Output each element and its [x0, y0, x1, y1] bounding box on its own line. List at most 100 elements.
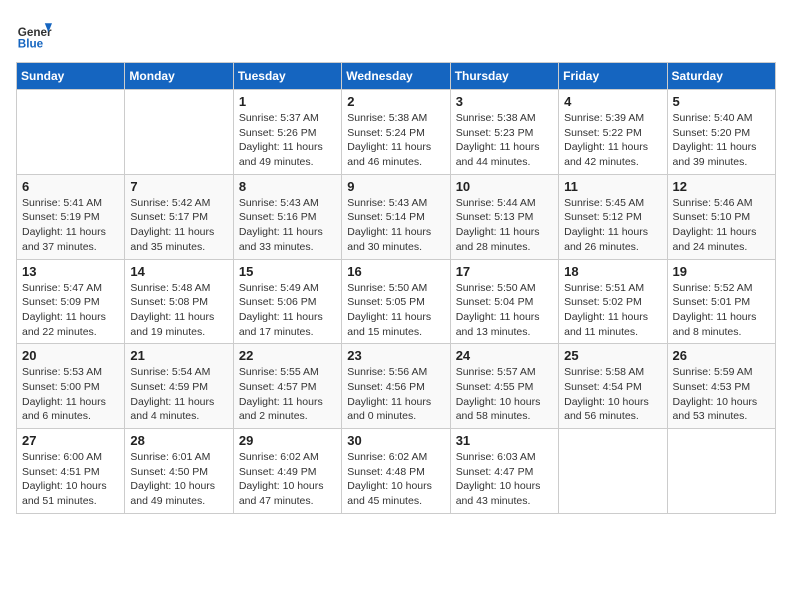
calendar-week-2: 6 Sunrise: 5:41 AMSunset: 5:19 PMDaylight…	[17, 174, 776, 259]
day-number: 29	[239, 433, 336, 448]
day-info: Sunrise: 5:39 AMSunset: 5:22 PMDaylight:…	[564, 111, 661, 170]
calendar-cell: 18 Sunrise: 5:51 AMSunset: 5:02 PMDayligh…	[559, 259, 667, 344]
column-header-friday: Friday	[559, 63, 667, 90]
day-number: 5	[673, 94, 770, 109]
day-number: 14	[130, 264, 227, 279]
calendar-cell: 16Sunrise: 5:50 AMSunset: 5:05 PMDayligh…	[342, 259, 450, 344]
day-info: Sunrise: 6:01 AMSunset: 4:50 PMDaylight:…	[130, 450, 227, 509]
day-number: 13	[22, 264, 119, 279]
day-info: Sunrise: 5:55 AMSunset: 4:57 PMDaylight:…	[239, 365, 336, 424]
calendar-cell	[125, 90, 233, 175]
day-info: Sunrise: 5:59 AMSunset: 4:53 PMDaylight:…	[673, 365, 770, 424]
calendar-cell: 9 Sunrise: 5:43 AMSunset: 5:14 PMDaylight…	[342, 174, 450, 259]
day-info: Sunrise: 5:38 AMSunset: 5:24 PMDaylight:…	[347, 111, 444, 170]
calendar-cell: 6 Sunrise: 5:41 AMSunset: 5:19 PMDaylight…	[17, 174, 125, 259]
day-number: 7	[130, 179, 227, 194]
day-number: 24	[456, 348, 553, 363]
calendar-cell: 26 Sunrise: 5:59 AMSunset: 4:53 PMDayligh…	[667, 344, 775, 429]
day-info: Sunrise: 5:45 AMSunset: 5:12 PMDaylight:…	[564, 196, 661, 255]
day-number: 26	[673, 348, 770, 363]
calendar-cell: 25 Sunrise: 5:58 AMSunset: 4:54 PMDayligh…	[559, 344, 667, 429]
day-info: Sunrise: 5:52 AMSunset: 5:01 PMDaylight:…	[673, 281, 770, 340]
column-header-sunday: Sunday	[17, 63, 125, 90]
logo-icon: General Blue	[16, 16, 52, 52]
day-number: 18	[564, 264, 661, 279]
day-info: Sunrise: 5:43 AMSunset: 5:14 PMDaylight:…	[347, 196, 444, 255]
calendar-cell: 10 Sunrise: 5:44 AMSunset: 5:13 PMDayligh…	[450, 174, 558, 259]
day-number: 11	[564, 179, 661, 194]
column-header-thursday: Thursday	[450, 63, 558, 90]
calendar-cell: 15 Sunrise: 5:49 AMSunset: 5:06 PMDayligh…	[233, 259, 341, 344]
calendar-cell: 11 Sunrise: 5:45 AMSunset: 5:12 PMDayligh…	[559, 174, 667, 259]
calendar-cell: 21 Sunrise: 5:54 AMSunset: 4:59 PMDayligh…	[125, 344, 233, 429]
day-number: 9	[347, 179, 444, 194]
day-number: 25	[564, 348, 661, 363]
day-number: 30	[347, 433, 444, 448]
day-number: 12	[673, 179, 770, 194]
day-info: Sunrise: 5:43 AMSunset: 5:16 PMDaylight:…	[239, 196, 336, 255]
day-number: 20	[22, 348, 119, 363]
day-info: Sunrise: 5:57 AMSunset: 4:55 PMDaylight:…	[456, 365, 553, 424]
day-info: Sunrise: 5:50 AMSunset: 5:04 PMDaylight:…	[456, 281, 553, 340]
day-number: 19	[673, 264, 770, 279]
day-info: Sunrise: 5:46 AMSunset: 5:10 PMDaylight:…	[673, 196, 770, 255]
day-number: 28	[130, 433, 227, 448]
calendar-header-row: SundayMondayTuesdayWednesdayThursdayFrid…	[17, 63, 776, 90]
day-number: 4	[564, 94, 661, 109]
calendar-cell: 5 Sunrise: 5:40 AMSunset: 5:20 PMDaylight…	[667, 90, 775, 175]
day-info: Sunrise: 5:38 AMSunset: 5:23 PMDaylight:…	[456, 111, 553, 170]
day-number: 3	[456, 94, 553, 109]
calendar-week-5: 27 Sunrise: 6:00 AMSunset: 4:51 PMDayligh…	[17, 429, 776, 514]
calendar-cell	[17, 90, 125, 175]
day-info: Sunrise: 5:44 AMSunset: 5:13 PMDaylight:…	[456, 196, 553, 255]
day-info: Sunrise: 5:58 AMSunset: 4:54 PMDaylight:…	[564, 365, 661, 424]
calendar-table: SundayMondayTuesdayWednesdayThursdayFrid…	[16, 62, 776, 514]
day-number: 27	[22, 433, 119, 448]
day-info: Sunrise: 6:03 AMSunset: 4:47 PMDaylight:…	[456, 450, 553, 509]
day-info: Sunrise: 6:02 AMSunset: 4:48 PMDaylight:…	[347, 450, 444, 509]
calendar-cell: 22 Sunrise: 5:55 AMSunset: 4:57 PMDayligh…	[233, 344, 341, 429]
day-info: Sunrise: 6:00 AMSunset: 4:51 PMDaylight:…	[22, 450, 119, 509]
calendar-cell: 1 Sunrise: 5:37 AMSunset: 5:26 PMDaylight…	[233, 90, 341, 175]
calendar-cell: 17 Sunrise: 5:50 AMSunset: 5:04 PMDayligh…	[450, 259, 558, 344]
day-info: Sunrise: 5:40 AMSunset: 5:20 PMDaylight:…	[673, 111, 770, 170]
column-header-wednesday: Wednesday	[342, 63, 450, 90]
day-number: 22	[239, 348, 336, 363]
day-number: 23	[347, 348, 444, 363]
day-info: Sunrise: 5:48 AMSunset: 5:08 PMDaylight:…	[130, 281, 227, 340]
day-info: Sunrise: 5:37 AMSunset: 5:26 PMDaylight:…	[239, 111, 336, 170]
calendar-cell: 13Sunrise: 5:47 AMSunset: 5:09 PMDayligh…	[17, 259, 125, 344]
day-number: 10	[456, 179, 553, 194]
day-info: Sunrise: 5:54 AMSunset: 4:59 PMDaylight:…	[130, 365, 227, 424]
day-info: Sunrise: 5:53 AMSunset: 5:00 PMDaylight:…	[22, 365, 119, 424]
calendar-week-3: 13Sunrise: 5:47 AMSunset: 5:09 PMDayligh…	[17, 259, 776, 344]
calendar-cell: 20 Sunrise: 5:53 AMSunset: 5:00 PMDayligh…	[17, 344, 125, 429]
day-info: Sunrise: 5:50 AMSunset: 5:05 PMDaylight:…	[347, 281, 444, 340]
calendar-cell: 19 Sunrise: 5:52 AMSunset: 5:01 PMDayligh…	[667, 259, 775, 344]
calendar-cell: 7Sunrise: 5:42 AMSunset: 5:17 PMDaylight…	[125, 174, 233, 259]
day-number: 15	[239, 264, 336, 279]
logo: General Blue	[16, 16, 52, 52]
calendar-cell: 8 Sunrise: 5:43 AMSunset: 5:16 PMDaylight…	[233, 174, 341, 259]
calendar-week-1: 1 Sunrise: 5:37 AMSunset: 5:26 PMDaylight…	[17, 90, 776, 175]
day-info: Sunrise: 5:51 AMSunset: 5:02 PMDaylight:…	[564, 281, 661, 340]
calendar-cell: 30 Sunrise: 6:02 AMSunset: 4:48 PMDayligh…	[342, 429, 450, 514]
day-number: 21	[130, 348, 227, 363]
page-header: General Blue	[16, 16, 776, 52]
day-number: 17	[456, 264, 553, 279]
svg-text:Blue: Blue	[18, 38, 44, 51]
day-number: 31	[456, 433, 553, 448]
calendar-cell: 14 Sunrise: 5:48 AMSunset: 5:08 PMDayligh…	[125, 259, 233, 344]
day-info: Sunrise: 5:56 AMSunset: 4:56 PMDaylight:…	[347, 365, 444, 424]
calendar-cell: 3 Sunrise: 5:38 AMSunset: 5:23 PMDaylight…	[450, 90, 558, 175]
day-info: Sunrise: 5:49 AMSunset: 5:06 PMDaylight:…	[239, 281, 336, 340]
calendar-cell: 2Sunrise: 5:38 AMSunset: 5:24 PMDaylight…	[342, 90, 450, 175]
day-info: Sunrise: 5:41 AMSunset: 5:19 PMDaylight:…	[22, 196, 119, 255]
day-number: 8	[239, 179, 336, 194]
day-number: 6	[22, 179, 119, 194]
calendar-week-4: 20 Sunrise: 5:53 AMSunset: 5:00 PMDayligh…	[17, 344, 776, 429]
day-number: 1	[239, 94, 336, 109]
calendar-cell: 27 Sunrise: 6:00 AMSunset: 4:51 PMDayligh…	[17, 429, 125, 514]
calendar-cell: 24 Sunrise: 5:57 AMSunset: 4:55 PMDayligh…	[450, 344, 558, 429]
calendar-cell: 4 Sunrise: 5:39 AMSunset: 5:22 PMDaylight…	[559, 90, 667, 175]
